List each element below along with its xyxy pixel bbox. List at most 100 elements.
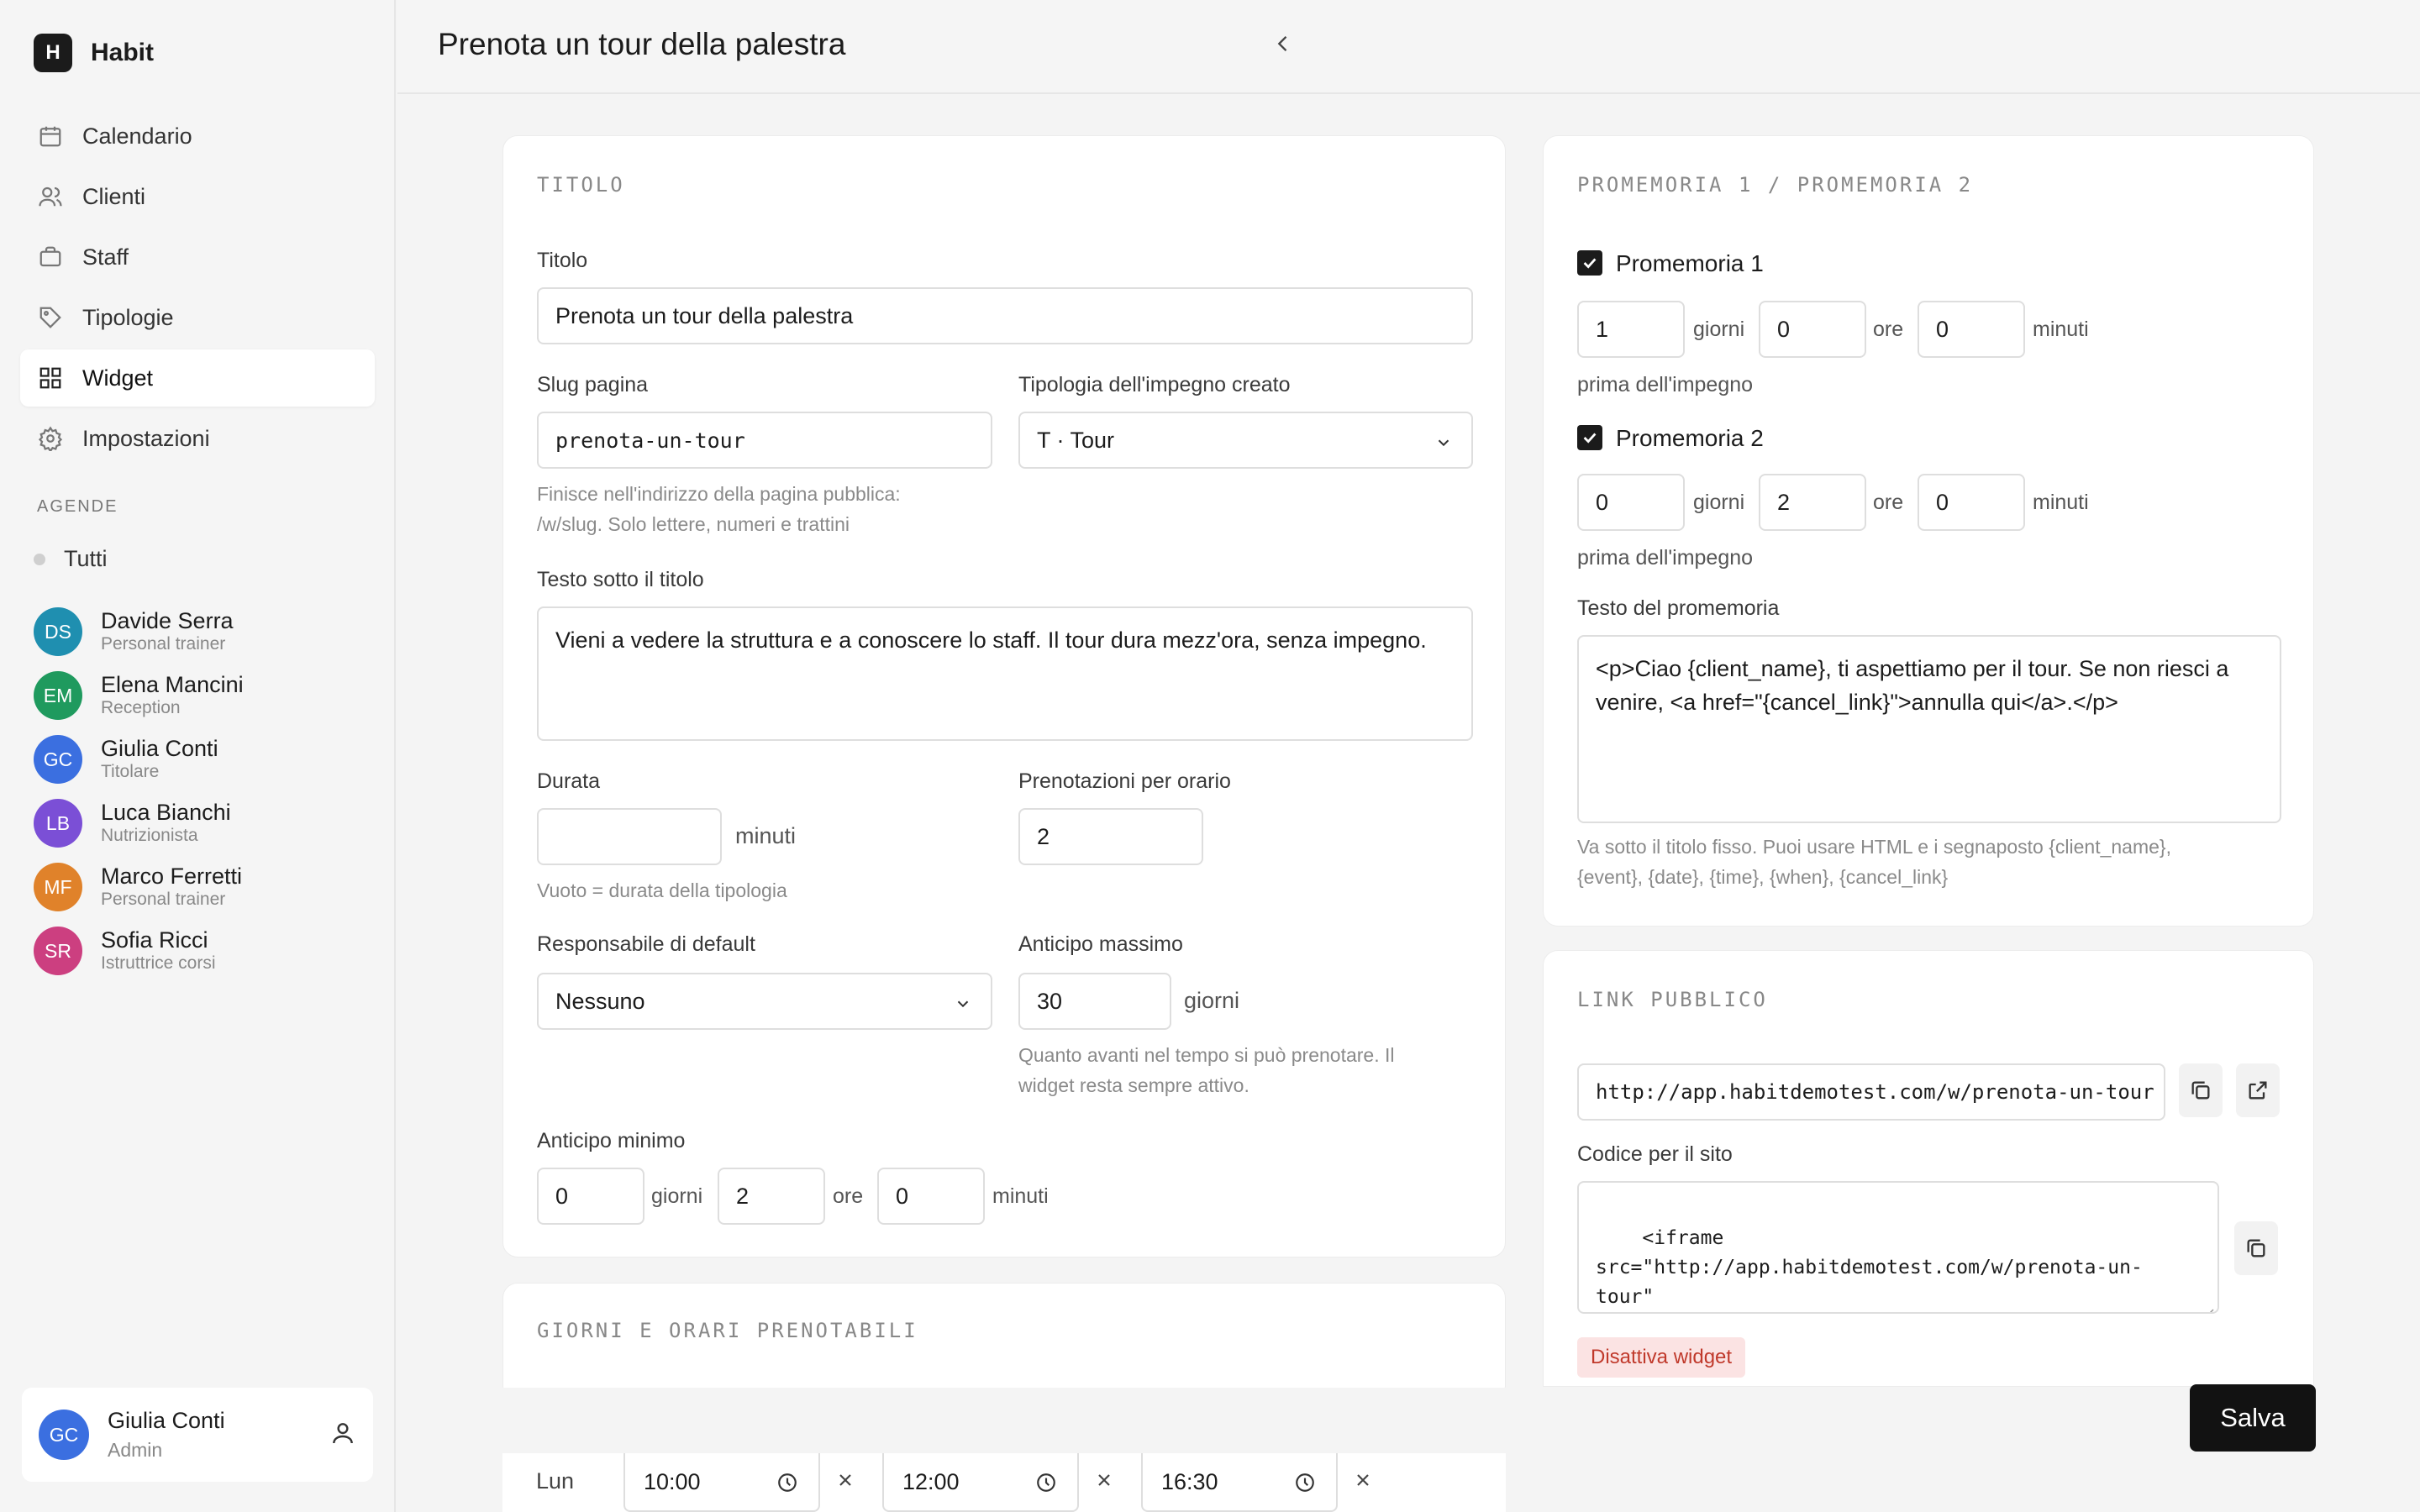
anticipo-min-giorni-input[interactable]: 0: [537, 1168, 644, 1225]
agenda-item[interactable]: MF Marco Ferretti Personal trainer: [34, 855, 244, 919]
chevron-left-icon: [1277, 36, 1287, 51]
nav-item-clienti[interactable]: Clienti: [20, 168, 375, 225]
remove-time-button[interactable]: [1353, 1470, 1376, 1494]
public-url-input[interactable]: http://app.habitdemotest.com/w/prenota-u…: [1577, 1063, 2165, 1121]
page-header: Prenota un tour della palestra: [397, 0, 2420, 94]
titolo-input[interactable]: Prenota un tour della palestra: [537, 287, 1473, 344]
footer-bar: [397, 1388, 2420, 1453]
agenda-role: Personal trainer: [101, 890, 226, 909]
brand[interactable]: H Habit: [34, 34, 154, 72]
open-url-button[interactable]: [2236, 1063, 2280, 1117]
anticipo-max-hint-line: Quanto avanti nel tempo si può prenotare…: [1018, 1044, 1395, 1066]
section-title: LINK PUBBLICO: [1577, 988, 1768, 1011]
nav-label: Tipologie: [82, 304, 174, 330]
giorni-card: GIORNI E ORARI PRENOTABILI: [502, 1283, 1506, 1400]
user-profile-icon[interactable]: [329, 1420, 356, 1451]
back-button[interactable]: [1271, 32, 1297, 57]
testo-promemoria-textarea[interactable]: <p>Ciao {client_name}, ti aspettiamo per…: [1577, 635, 2281, 823]
agenda-item[interactable]: DS Davide Serra Personal trainer: [34, 600, 244, 664]
agenda-item[interactable]: LB Luca Bianchi Nutrizionista: [34, 791, 244, 855]
agenda-name: Davide Serra: [101, 608, 234, 633]
nav-label: Clienti: [82, 183, 146, 209]
avatar: SR: [34, 927, 82, 975]
tipologia-value: T · Tour: [1037, 427, 1115, 453]
prima-label: prima dell'impegno: [1577, 373, 1754, 396]
user-role: Admin: [108, 1439, 163, 1461]
users-icon: [37, 183, 64, 210]
p1-ore-input[interactable]: 0: [1759, 301, 1866, 358]
testo-promemoria-label: Testo del promemoria: [1577, 596, 1780, 620]
codice-textarea[interactable]: <iframe src="http://app.habitdemotest.co…: [1577, 1181, 2219, 1314]
section-title: PROMEMORIA 1 / PROMEMORIA 2: [1577, 173, 1974, 197]
agenda-item[interactable]: GC Giulia Conti Titolare: [34, 727, 244, 791]
durata-input[interactable]: [537, 808, 722, 865]
unit-giorni: giorni: [651, 1184, 703, 1208]
promemoria-1-checkbox[interactable]: [1577, 250, 1602, 276]
copy-code-button[interactable]: [2234, 1221, 2278, 1275]
dot-icon: [34, 553, 45, 565]
resize-handle-icon[interactable]: [2202, 1297, 2214, 1312]
close-icon: [839, 1474, 851, 1486]
p1-giorni-input[interactable]: 1: [1577, 301, 1685, 358]
testo-textarea[interactable]: Vieni a vedere la struttura e a conoscer…: [537, 606, 1473, 741]
responsabile-select[interactable]: Nessuno: [537, 973, 992, 1030]
remove-time-button[interactable]: [1094, 1470, 1118, 1494]
p2-minuti-input[interactable]: 0: [1918, 474, 2025, 531]
promemoria-2-label: Promemoria 2: [1616, 425, 1764, 451]
clock-icon: [776, 1472, 798, 1494]
check-icon: [1583, 258, 1597, 269]
promemoria-hint-line: Va sotto il titolo fisso. Puoi usare HTM…: [1577, 836, 2171, 858]
disattiva-widget-button[interactable]: Disattiva widget: [1577, 1337, 1746, 1378]
nav-label: Impostazioni: [82, 425, 210, 451]
agenda-item[interactable]: SR Sofia Ricci Istruttrice corsi: [34, 919, 244, 983]
prenotazioni-input[interactable]: 2: [1018, 808, 1203, 865]
slug-hint: Finisce nell'indirizzo della pagina pubb…: [537, 479, 901, 539]
save-button[interactable]: Salva: [2190, 1384, 2316, 1452]
close-icon: [1098, 1474, 1110, 1486]
user-card[interactable]: GC Giulia Conti Admin: [22, 1388, 373, 1482]
nav-item-tipologie[interactable]: Tipologie: [20, 289, 375, 346]
nav-label: Staff: [82, 244, 129, 270]
resize-handle-icon[interactable]: [2265, 806, 2276, 818]
copy-url-button[interactable]: [2179, 1063, 2223, 1117]
agenda-name: Giulia Conti: [101, 736, 218, 761]
nav-item-staff[interactable]: Staff: [20, 228, 375, 286]
p1-minuti-input[interactable]: 0: [1918, 301, 2025, 358]
app-name: Habit: [91, 39, 154, 66]
avatar: DS: [34, 607, 82, 656]
time-input[interactable]: 12:00: [882, 1453, 1079, 1512]
agenda-item[interactable]: EM Elena Mancini Reception: [34, 664, 244, 727]
p2-ore-input[interactable]: 2: [1759, 474, 1866, 531]
promemoria-2-checkbox[interactable]: [1577, 425, 1602, 450]
resize-handle-icon[interactable]: [1456, 724, 1468, 736]
remove-time-button[interactable]: [835, 1470, 859, 1494]
check-icon: [1583, 433, 1597, 444]
time-value: 10:00: [644, 1468, 701, 1494]
unit-ore: ore: [1873, 491, 1904, 514]
main-nav: Calendario Clienti Staff Tipologie Widge…: [20, 108, 375, 470]
p2-giorni-input[interactable]: 0: [1577, 474, 1685, 531]
agenda-name: Luca Bianchi: [101, 800, 231, 825]
durata-label: Durata: [537, 769, 601, 793]
avatar: MF: [34, 863, 82, 911]
gear-icon: [37, 425, 64, 452]
nav-item-calendario[interactable]: Calendario: [20, 108, 375, 165]
agenda-all[interactable]: Tutti: [34, 546, 108, 572]
agenda-name: Elena Mancini: [101, 672, 244, 697]
anticipo-max-unit: giorni: [1184, 988, 1240, 1013]
anticipo-min-ore-input[interactable]: 2: [718, 1168, 825, 1225]
anticipo-max-input[interactable]: 30: [1018, 973, 1171, 1030]
promemoria-hint: Va sotto il titolo fisso. Puoi usare HTM…: [1577, 832, 2171, 892]
time-input[interactable]: 16:30: [1141, 1453, 1338, 1512]
nav-item-widget[interactable]: Widget: [20, 349, 375, 407]
nav-item-impostazioni[interactable]: Impostazioni: [20, 410, 375, 467]
anticipo-min-minuti-input[interactable]: 0: [877, 1168, 985, 1225]
slug-input[interactable]: prenota-un-tour: [537, 412, 992, 469]
tipologia-select[interactable]: T · Tour: [1018, 412, 1473, 469]
section-title: GIORNI E ORARI PRENOTABILI: [537, 1319, 918, 1342]
prima-label: prima dell'impegno: [1577, 546, 1754, 570]
time-input[interactable]: 10:00: [623, 1453, 820, 1512]
day-label: Lun: [536, 1468, 575, 1494]
unit-ore: ore: [833, 1184, 864, 1208]
page-title: Prenota un tour della palestra: [438, 27, 846, 61]
